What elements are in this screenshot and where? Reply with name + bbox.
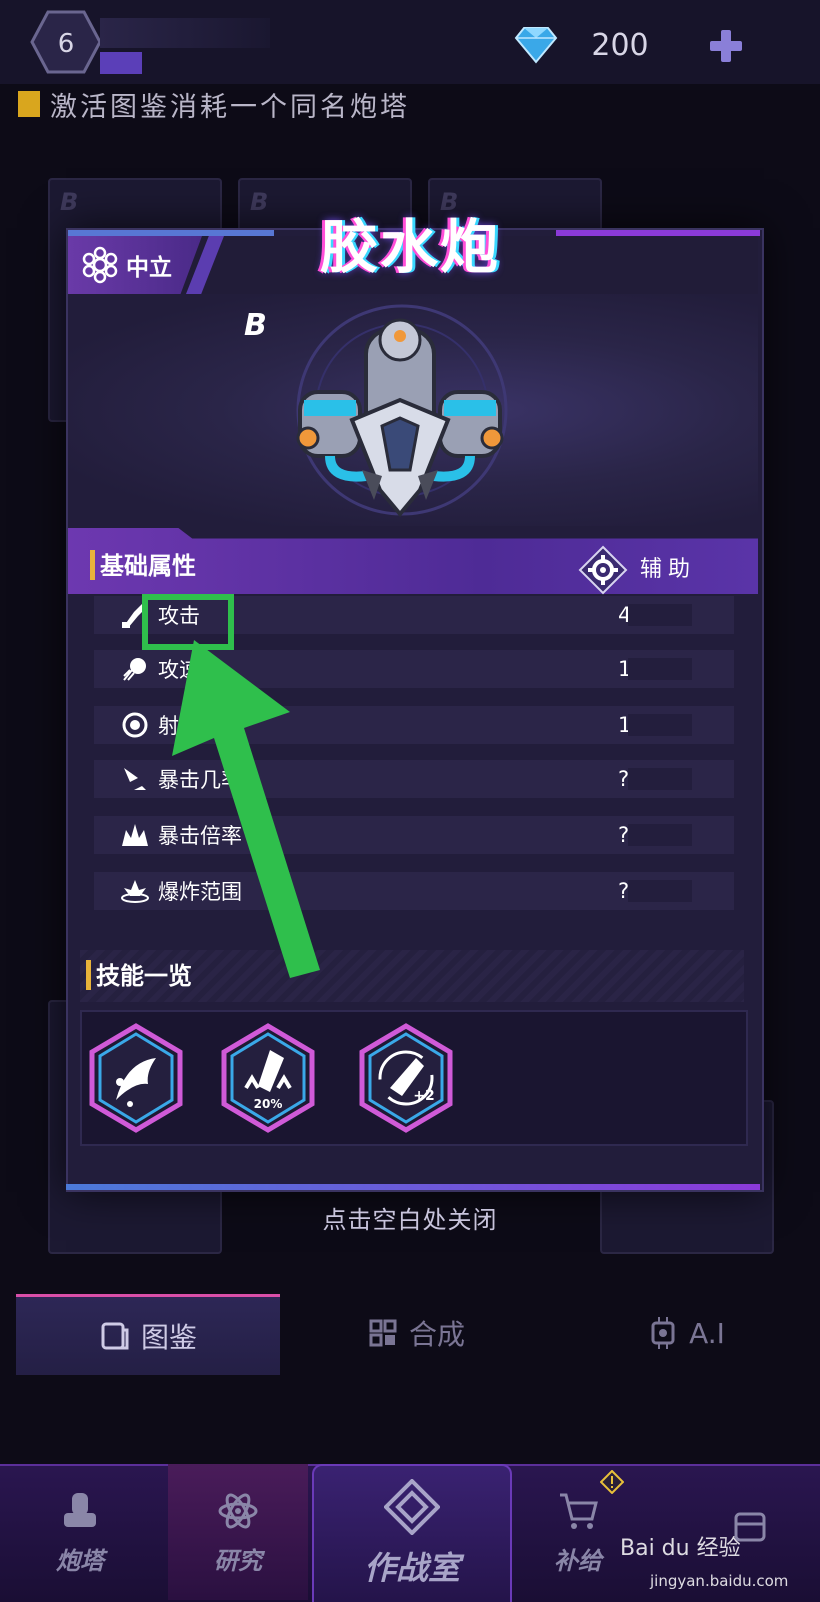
basic-attributes-title: 基础属性 <box>100 552 196 580</box>
glue-bottle-skill-icon[interactable]: +2 <box>356 1022 456 1134</box>
card-grade: B <box>250 188 269 216</box>
diamond-icon <box>514 27 558 64</box>
tab-bar: 图鉴 合成 A.I <box>16 1294 806 1375</box>
neutral-faction-icon <box>82 246 118 284</box>
glue-cannon-tower-image <box>296 318 504 518</box>
pointer-arrow-icon <box>172 640 320 978</box>
synthesis-icon <box>369 1319 397 1347</box>
nav-label: 炮塔 <box>56 1546 104 1575</box>
support-role-icon <box>578 545 628 595</box>
nav-label: 研究 <box>214 1546 262 1575</box>
notice-text: 激活图鉴消耗一个同名炮塔 <box>50 91 410 123</box>
war-room-icon <box>384 1479 440 1535</box>
nav-research[interactable]: 研究 <box>168 1464 308 1600</box>
nav-label: 作战室 <box>363 1549 460 1587</box>
add-gems-button[interactable] <box>708 28 744 64</box>
notice-marker-icon <box>18 91 40 117</box>
nav-label: 补给 <box>554 1546 602 1575</box>
crit-chance-icon <box>124 768 146 790</box>
alert-badge-icon <box>600 1470 624 1494</box>
explosion-range-icon <box>121 880 149 903</box>
card-grade: B <box>60 188 79 216</box>
tab-label: A.I <box>689 1316 725 1350</box>
attack-speed-icon <box>123 658 146 681</box>
slow-boost-skill-icon[interactable]: 20% <box>218 1022 318 1134</box>
tab-synthesis[interactable]: 合成 <box>316 1294 516 1372</box>
watermark-url: jingyan.baidu.com <box>650 1572 789 1590</box>
glue-splash-skill-icon[interactable] <box>86 1022 186 1134</box>
codex-icon <box>101 1322 129 1350</box>
cart-icon <box>560 1493 598 1529</box>
faction-tag: 中立 <box>68 236 202 294</box>
player-name-strip <box>100 18 270 48</box>
close-hint[interactable]: 点击空白处关闭 <box>0 1200 820 1240</box>
section-marker <box>90 550 95 580</box>
skill-badge: +2 <box>413 1088 434 1104</box>
activation-notice: 激活图鉴消耗一个同名炮塔 <box>18 84 798 124</box>
skill-badge: 20% <box>254 1097 283 1111</box>
ai-chip-icon <box>651 1317 675 1349</box>
faction-label: 中立 <box>126 255 172 281</box>
role-label: 辅助 <box>640 557 697 582</box>
crit-multiplier-icon <box>122 824 148 846</box>
exp-bar <box>100 52 142 74</box>
tab-label: 图鉴 <box>140 1321 197 1354</box>
range-icon <box>122 712 148 738</box>
modal-bottom-accent <box>66 1184 760 1190</box>
nav-war-room[interactable]: 作战室 <box>312 1464 512 1602</box>
level-badge: 6 <box>30 10 102 74</box>
tab-label: 合成 <box>408 1318 465 1351</box>
section-marker <box>86 960 91 990</box>
level-number: 6 <box>58 29 75 59</box>
tab-codex[interactable]: 图鉴 <box>16 1294 280 1375</box>
nav-turret[interactable]: 炮塔 <box>10 1464 150 1600</box>
gem-count: 200 <box>591 28 649 63</box>
turret-icon <box>64 1492 96 1527</box>
tower-name-title: 胶水炮 <box>319 213 500 281</box>
tab-ai[interactable]: A.I <box>586 1294 786 1372</box>
atom-icon <box>218 1493 258 1528</box>
